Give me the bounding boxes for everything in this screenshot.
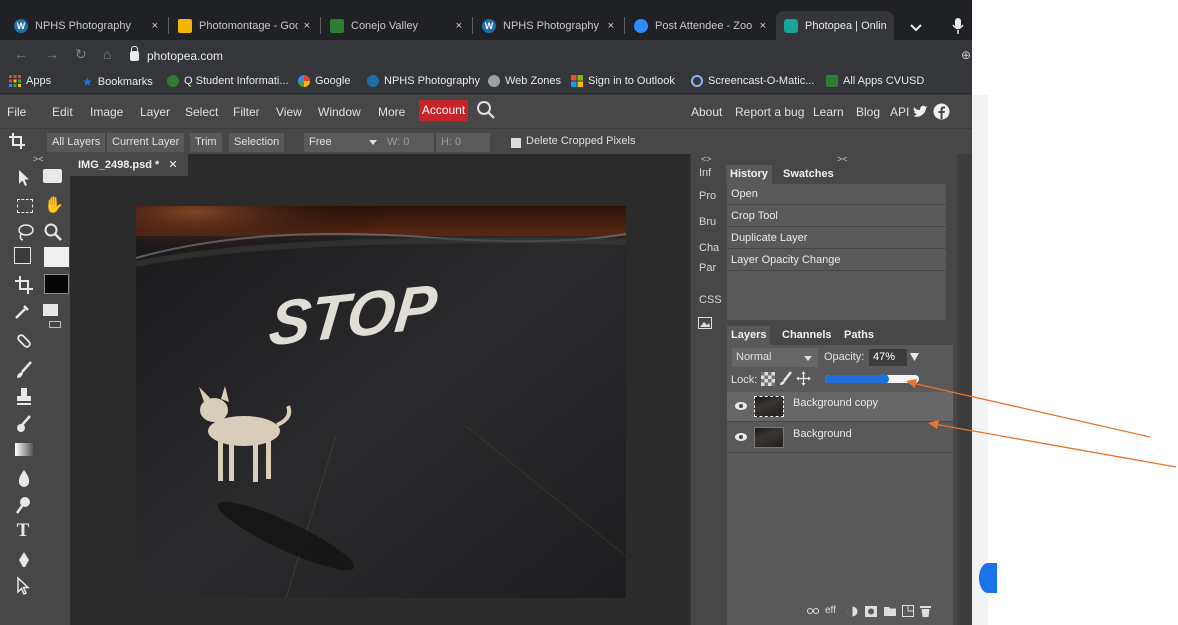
- annotation-arrow: [933, 423, 1177, 468]
- arrow-head-icon: [928, 420, 939, 429]
- arrow-head-icon: [906, 379, 917, 388]
- annotation-arrow: [911, 382, 1151, 438]
- annotation-overlay: [906, 379, 1177, 468]
- page: W NPHS Photography × Photomontage - Goo …: [0, 0, 1178, 625]
